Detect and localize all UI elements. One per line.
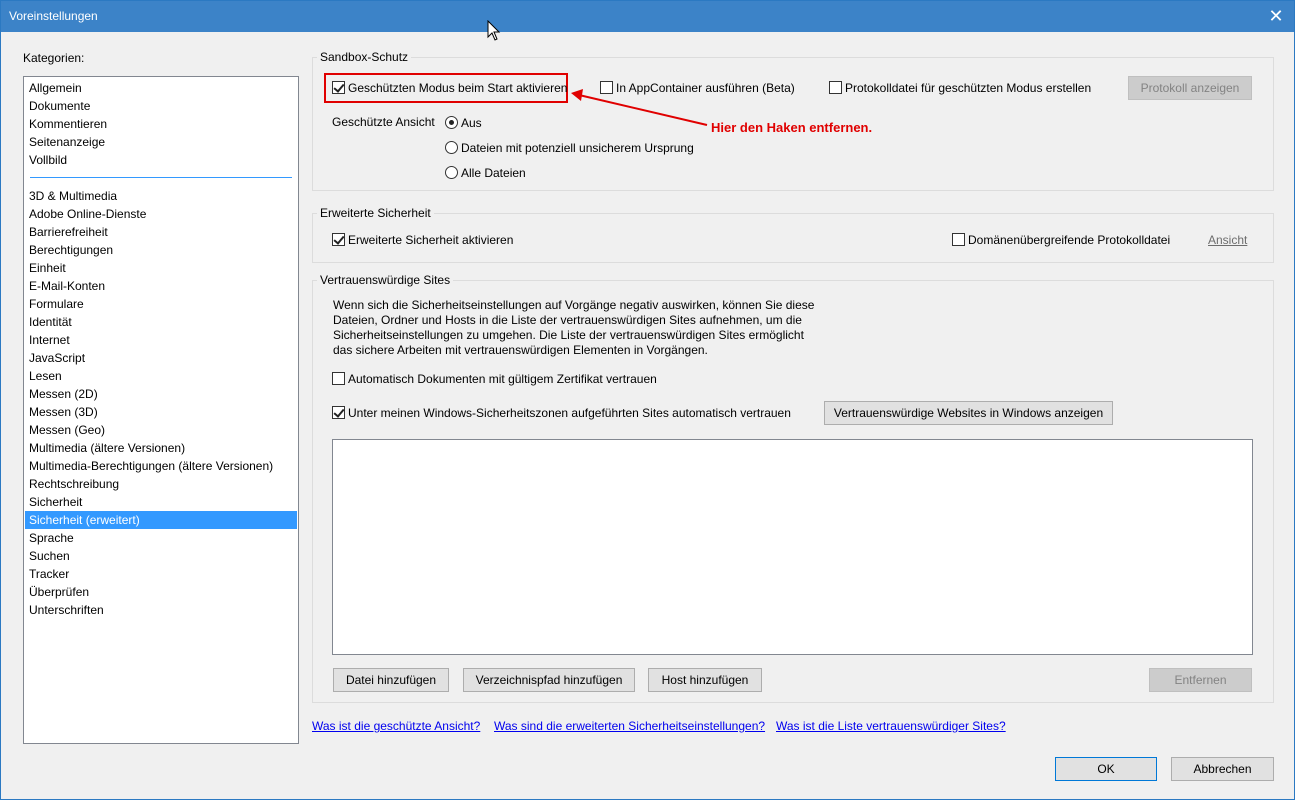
crossdomain-logfile-label[interactable]: Domänenübergreifende Protokolldatei [968,233,1170,247]
cancel-button[interactable]: Abbrechen [1171,757,1274,781]
radio-all-files-label[interactable]: Alle Dateien [461,166,526,180]
radio-unsafe-origin-label[interactable]: Dateien mit potenziell unsicherem Urspru… [461,141,694,155]
list-item[interactable]: Sicherheit [25,493,297,511]
list-item[interactable]: Seitenanzeige [25,133,297,151]
ok-button[interactable]: OK [1055,757,1157,781]
preferences-dialog: Voreinstellungen ✕ Kategorien: Allgemein… [0,0,1295,800]
list-item[interactable]: Messen (Geo) [25,421,297,439]
protected-mode-label[interactable]: Geschützten Modus beim Start aktivieren [348,81,567,95]
categories-label: Kategorien: [23,51,85,65]
list-separator [30,177,292,178]
add-file-button[interactable]: Datei hinzufügen [333,668,449,692]
close-icon[interactable]: ✕ [1266,5,1286,27]
annotation-text: Hier den Haken entfernen. [711,120,873,135]
list-item[interactable]: Tracker [25,565,297,583]
list-item[interactable]: Suchen [25,547,297,565]
view-log-button[interactable]: Protokoll anzeigen [1128,76,1252,100]
auto-trust-cert-label[interactable]: Automatisch Dokumenten mit gültigem Zert… [348,372,657,386]
radio-all-files[interactable] [445,166,458,179]
list-item[interactable]: Messen (3D) [25,403,297,421]
list-item[interactable]: JavaScript [25,349,297,367]
list-item[interactable]: Formulare [25,295,297,313]
list-item[interactable]: Sprache [25,529,297,547]
list-item[interactable]: Kommentieren [25,115,297,133]
list-item-selected[interactable]: Sicherheit (erweitert) [25,511,297,529]
protected-mode-logfile-checkbox[interactable] [829,81,842,94]
windows-zones-checkbox[interactable] [332,406,345,419]
annotation-arrow-icon [571,89,708,126]
list-item[interactable]: Internet [25,331,297,349]
crossdomain-logfile-checkbox[interactable] [952,233,965,246]
trusted-sites-list[interactable] [332,439,1253,655]
trusted-list-help-link[interactable]: Was ist die Liste vertrauenswürdiger Sit… [776,719,1006,733]
title-bar[interactable]: Voreinstellungen ✕ [1,1,1294,32]
list-item[interactable]: Einheit [25,259,297,277]
window-title: Voreinstellungen [9,9,98,23]
list-item[interactable]: Multimedia (ältere Versionen) [25,439,297,457]
list-item[interactable]: Barrierefreiheit [25,223,297,241]
radio-unsafe-origin[interactable] [445,141,458,154]
sandbox-group-title: Sandbox-Schutz [317,50,412,64]
list-item[interactable]: Unterschriften [25,601,297,619]
remove-button[interactable]: Entfernen [1149,668,1252,692]
list-item[interactable]: Rechtschreibung [25,475,297,493]
add-folder-path-button[interactable]: Verzeichnispfad hinzufügen [463,668,635,692]
view-link[interactable]: Ansicht [1208,233,1247,247]
show-windows-sites-button[interactable]: Vertrauenswürdige Websites in Windows an… [824,401,1113,425]
enhanced-security-label[interactable]: Erweiterte Sicherheit aktivieren [348,233,513,247]
list-item[interactable]: E-Mail-Konten [25,277,297,295]
list-item[interactable]: 3D & Multimedia [25,187,297,205]
list-item[interactable]: Allgemein [25,79,297,97]
add-host-button[interactable]: Host hinzufügen [648,668,762,692]
list-item[interactable]: Adobe Online-Dienste [25,205,297,223]
list-item[interactable]: Multimedia-Berechtigungen (ältere Versio… [25,457,297,475]
radio-off-label[interactable]: Aus [461,116,482,130]
mouse-cursor-icon [487,20,501,41]
protected-mode-logfile-label[interactable]: Protokolldatei für geschützten Modus ers… [845,81,1091,95]
trusted-sites-description: Wenn sich die Sicherheitseinstellungen a… [333,298,815,357]
list-item[interactable]: Vollbild [25,151,297,169]
protected-view-help-link[interactable]: Was ist die geschützte Ansicht? [312,719,480,733]
list-item[interactable]: Berechtigungen [25,241,297,259]
auto-trust-cert-checkbox[interactable] [332,372,345,385]
categories-list[interactable]: Allgemein Dokumente Kommentieren Seitena… [23,76,299,744]
list-item[interactable]: Lesen [25,367,297,385]
trusted-sites-group-title: Vertrauenswürdige Sites [317,273,454,287]
list-item[interactable]: Identität [25,313,297,331]
list-item[interactable]: Überprüfen [25,583,297,601]
enhanced-security-group-title: Erweiterte Sicherheit [317,206,434,220]
windows-zones-label[interactable]: Unter meinen Windows-Sicherheitszonen au… [348,406,791,420]
radio-off[interactable] [445,116,458,129]
list-item[interactable]: Messen (2D) [25,385,297,403]
protected-view-label: Geschützte Ansicht [332,115,435,129]
enhanced-settings-help-link[interactable]: Was sind die erweiterten Sicherheitseins… [494,719,765,733]
enhanced-security-checkbox[interactable] [332,233,345,246]
protected-mode-checkbox[interactable] [332,81,345,94]
list-item[interactable]: Dokumente [25,97,297,115]
